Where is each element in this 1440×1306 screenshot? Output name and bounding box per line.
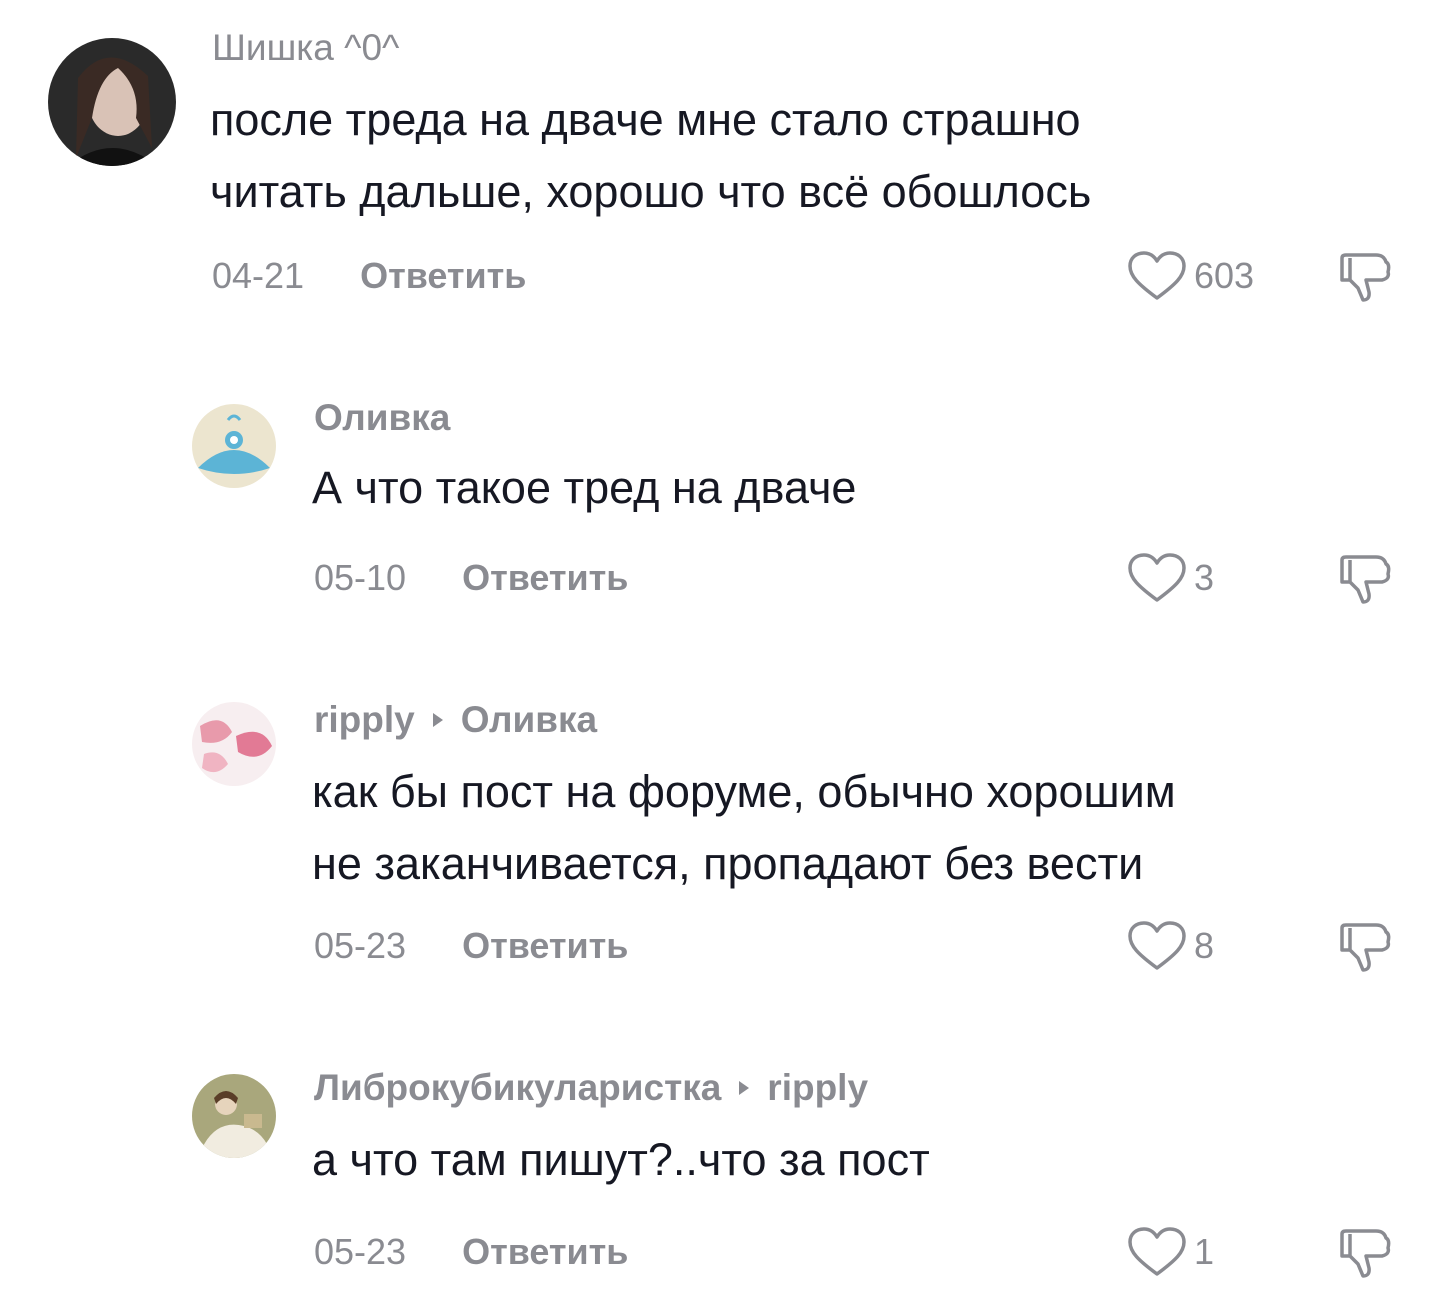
username-row: Либрокубикуларистка ripply — [314, 1066, 868, 1110]
thumbs-down-icon[interactable] — [1336, 250, 1394, 304]
avatar[interactable] — [192, 702, 276, 786]
comment-username[interactable]: Либрокубикуларистка — [314, 1067, 721, 1109]
comment-date: 05-23 — [314, 925, 407, 966]
thumbs-down-icon[interactable] — [1336, 552, 1394, 606]
avatar[interactable] — [192, 1074, 276, 1158]
username-row: Шишка ^0^ — [212, 26, 399, 70]
username-row: ripply Оливка — [314, 698, 597, 742]
reply-button[interactable]: Ответить — [360, 255, 526, 297]
heart-icon — [1126, 552, 1188, 604]
reply-button[interactable]: Ответить — [462, 557, 628, 599]
comment-meta: 05-10 Ответить — [314, 556, 628, 600]
reply-button[interactable]: Ответить — [462, 925, 628, 967]
thumbs-down-icon[interactable] — [1336, 1226, 1394, 1280]
avatar[interactable] — [192, 404, 276, 488]
reply-to-username[interactable]: ripply — [767, 1067, 868, 1109]
like-count: 603 — [1194, 255, 1255, 296]
heart-icon — [1126, 250, 1188, 302]
comment-item: Либрокубикуларистка ripply а что там пиш… — [0, 1040, 1440, 1306]
comment-item: Оливка А что такое тред на дваче 05-10 О… — [0, 330, 1440, 630]
comment-username[interactable]: Оливка — [314, 397, 450, 439]
comment-date: 05-10 — [314, 557, 407, 598]
reply-button[interactable]: Ответить — [462, 1231, 628, 1273]
like-count: 1 — [1194, 1231, 1215, 1272]
comment-username[interactable]: Шишка ^0^ — [212, 27, 399, 69]
like-button[interactable]: 1 — [1126, 1226, 1214, 1278]
comment-item: ripply Оливка как бы пост на форуме, обы… — [0, 660, 1440, 1020]
comment-meta: 05-23 Ответить — [314, 924, 628, 968]
avatar[interactable] — [48, 38, 176, 166]
like-button[interactable]: 603 — [1126, 250, 1254, 302]
comment-text: а что там пишут?..что за пост — [312, 1134, 930, 1185]
like-button[interactable]: 3 — [1126, 552, 1214, 604]
reply-to-username[interactable]: Оливка — [461, 699, 597, 741]
like-count: 8 — [1194, 925, 1215, 966]
heart-icon — [1126, 920, 1188, 972]
comment-text: как бы пост на форуме, обычно хорошим не… — [312, 766, 1176, 889]
heart-icon — [1126, 1226, 1188, 1278]
comment-date: 05-23 — [314, 1231, 407, 1272]
like-button[interactable]: 8 — [1126, 920, 1214, 972]
comment-text: после треда на дваче мне стало страшно ч… — [210, 94, 1092, 217]
comment-item: Шишка ^0^ после треда на дваче мне стало… — [0, 0, 1440, 330]
comment-text: А что такое тред на дваче — [312, 462, 857, 513]
triangle-right-icon — [739, 1081, 750, 1095]
comment-date: 04-21 — [212, 255, 305, 296]
triangle-right-icon — [432, 713, 443, 727]
username-row: Оливка — [314, 396, 450, 440]
comment-meta: 05-23 Ответить — [314, 1230, 628, 1274]
comment-meta: 04-21 Ответить — [212, 254, 526, 298]
thumbs-down-icon[interactable] — [1336, 920, 1394, 974]
comment-username[interactable]: ripply — [314, 699, 415, 741]
like-count: 3 — [1194, 557, 1215, 598]
